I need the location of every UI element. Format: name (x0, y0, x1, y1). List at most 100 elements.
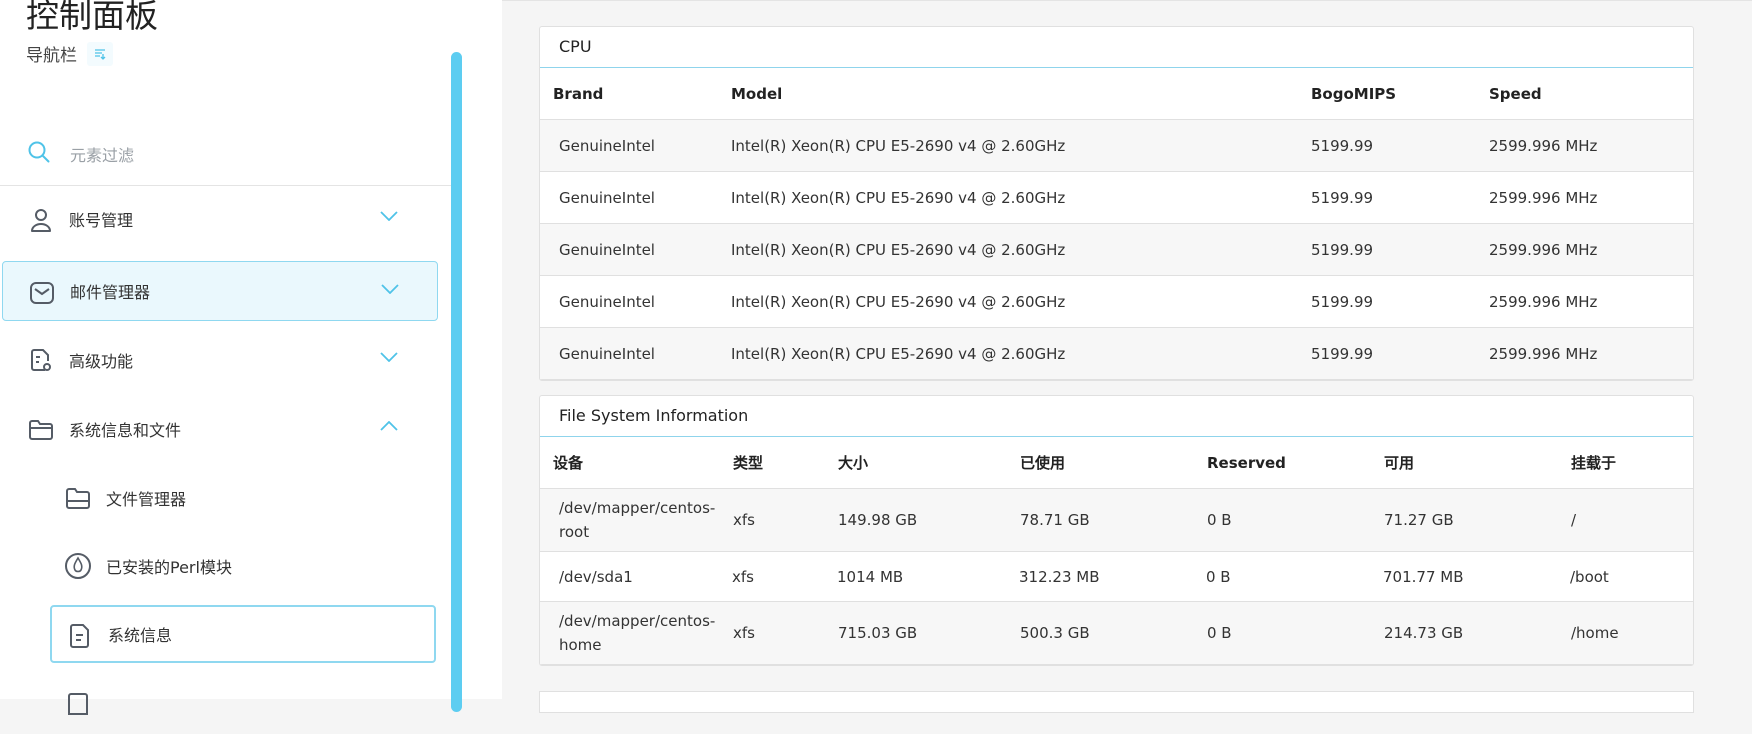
subnav-item-file-manager[interactable]: 文件管理器 (50, 469, 436, 527)
nav-item-label: 系统信息和文件 (69, 421, 182, 440)
cell-available: 214.73 GB (1383, 601, 1570, 665)
document-icon (70, 624, 89, 648)
filter-bar (0, 125, 452, 186)
cell-speed: 2599.996 MHz (1488, 327, 1693, 380)
cell-model: Intel(R) Xeon(R) CPU E5-2690 v4 @ 2.60GH… (730, 275, 1310, 328)
cell-bogomips: 5199.99 (1310, 327, 1488, 380)
nav-item-label: 账号管理 (69, 211, 134, 230)
cpu-panel-title: CPU (540, 27, 1693, 68)
cell-model: Intel(R) Xeon(R) CPU E5-2690 v4 @ 2.60GH… (730, 327, 1310, 380)
cell-device: /dev/mapper/centos-home (540, 601, 732, 665)
subnav-item-label: 已安装的Perl模块 (106, 558, 232, 577)
filesystem-panel: File System Information 设备 类型 大小 已使用 Res… (539, 395, 1694, 666)
cell-brand: GenuineIntel (540, 223, 730, 276)
cell-speed: 2599.996 MHz (1488, 171, 1693, 224)
cell-model: Intel(R) Xeon(R) CPU E5-2690 v4 @ 2.60GH… (730, 223, 1310, 276)
column-header: BogoMIPS (1310, 68, 1488, 120)
cell-model: Intel(R) Xeon(R) CPU E5-2690 v4 @ 2.60GH… (730, 119, 1310, 172)
chevron-down-icon (380, 352, 398, 362)
cell-speed: 2599.996 MHz (1488, 119, 1693, 172)
table-row: /dev/sda1 xfs 1014 MB 312.23 MB 0 B 701.… (540, 551, 1693, 602)
mail-icon (30, 282, 54, 304)
filesystem-table: 设备 类型 大小 已使用 Reserved 可用 挂载于 /dev/mapper… (540, 437, 1693, 665)
subnav-item-partial[interactable] (50, 676, 436, 734)
cell-speed: 2599.996 MHz (1488, 275, 1693, 328)
page-title: 控制面板 (26, 0, 158, 35)
folder-icon (29, 420, 53, 440)
cell-bogomips: 5199.99 (1310, 275, 1488, 328)
search-icon (28, 141, 50, 163)
table-row: GenuineIntel Intel(R) Xeon(R) CPU E5-269… (540, 223, 1693, 276)
cell-reserved: 0 B (1206, 488, 1383, 552)
cell-available: 701.77 MB (1383, 551, 1570, 602)
table-row: GenuineIntel Intel(R) Xeon(R) CPU E5-269… (540, 275, 1693, 328)
cell-brand: GenuineIntel (540, 327, 730, 380)
cell-mount: /home (1570, 601, 1693, 665)
perl-icon (65, 553, 91, 579)
advanced-settings-icon (31, 349, 51, 371)
cell-bogomips: 5199.99 (1310, 119, 1488, 172)
subnav-item-perl-modules[interactable]: 已安装的Perl模块 (50, 537, 436, 595)
table-row: GenuineIntel Intel(R) Xeon(R) CPU E5-269… (540, 171, 1693, 224)
filesystem-panel-title: File System Information (540, 396, 1693, 437)
column-header: Reserved (1206, 437, 1383, 489)
table-row: GenuineIntel Intel(R) Xeon(R) CPU E5-269… (540, 119, 1693, 172)
cell-model: Intel(R) Xeon(R) CPU E5-2690 v4 @ 2.60GH… (730, 171, 1310, 224)
chevron-down-icon (380, 211, 398, 221)
column-header: 设备 (540, 437, 732, 489)
list-toggle-icon[interactable] (87, 41, 113, 66)
nav-item-mail[interactable]: 邮件管理器 (2, 261, 438, 321)
subnav-item-label: 文件管理器 (106, 490, 187, 509)
cell-reserved: 0 B (1206, 551, 1383, 602)
cell-size: 715.03 GB (837, 601, 1019, 665)
chevron-up-icon (380, 421, 398, 431)
cpu-table: Brand Model BogoMIPS Speed GenuineIntel … (540, 68, 1693, 380)
subnav-item-system-info[interactable]: 系统信息 (50, 605, 436, 663)
cell-brand: GenuineIntel (540, 275, 730, 328)
cell-mount: /boot (1570, 551, 1693, 602)
cell-device: /dev/sda1 (540, 551, 732, 602)
column-header: 类型 (732, 437, 837, 489)
cell-used: 312.23 MB (1019, 551, 1206, 602)
nav-subtitle: 导航栏 (26, 41, 113, 66)
cell-reserved: 0 B (1206, 601, 1383, 665)
main-content: CPU Brand Model BogoMIPS Speed GenuineIn… (502, 0, 1752, 713)
subnav-item-label: 系统信息 (108, 626, 173, 645)
column-header: Model (730, 68, 1310, 120)
nav-item-advanced[interactable]: 高级功能 (2, 330, 438, 390)
table-row: GenuineIntel Intel(R) Xeon(R) CPU E5-269… (540, 327, 1693, 380)
cell-type: xfs (732, 551, 837, 602)
nav-item-account[interactable]: 账号管理 (2, 189, 438, 249)
user-icon (31, 209, 51, 232)
sidebar-scrollbar[interactable] (451, 52, 462, 712)
column-header: Speed (1488, 68, 1693, 120)
column-header: 已使用 (1019, 437, 1206, 489)
column-header: 大小 (837, 437, 1019, 489)
filter-input[interactable] (68, 141, 372, 169)
nav-item-system-info-files[interactable]: 系统信息和文件 (2, 399, 438, 459)
folder-icon (66, 488, 90, 509)
document-icon (68, 693, 88, 715)
cell-bogomips: 5199.99 (1310, 223, 1488, 276)
nav-item-label: 邮件管理器 (70, 283, 151, 302)
cell-device: /dev/mapper/centos-root (540, 488, 732, 552)
table-row: /dev/mapper/centos-root xfs 149.98 GB 78… (540, 488, 1693, 552)
cpu-panel: CPU Brand Model BogoMIPS Speed GenuineIn… (539, 26, 1694, 381)
nav-subtitle-label: 导航栏 (26, 46, 77, 66)
cell-mount: / (1570, 488, 1693, 552)
column-header: Brand (540, 68, 730, 120)
cell-size: 1014 MB (837, 551, 1019, 602)
sidebar: 控制面板 导航栏 账号管理 邮件管理器 (0, 0, 465, 715)
cell-used: 500.3 GB (1019, 601, 1206, 665)
cell-available: 71.27 GB (1383, 488, 1570, 552)
table-row: /dev/mapper/centos-home xfs 715.03 GB 50… (540, 601, 1693, 665)
cell-brand: GenuineIntel (540, 119, 730, 172)
chevron-down-icon (381, 284, 399, 294)
cell-type: xfs (732, 601, 837, 665)
next-panel (539, 691, 1694, 713)
cell-speed: 2599.996 MHz (1488, 223, 1693, 276)
cell-used: 78.71 GB (1019, 488, 1206, 552)
main-gutter (464, 0, 502, 699)
cell-brand: GenuineIntel (540, 171, 730, 224)
cell-type: xfs (732, 488, 837, 552)
